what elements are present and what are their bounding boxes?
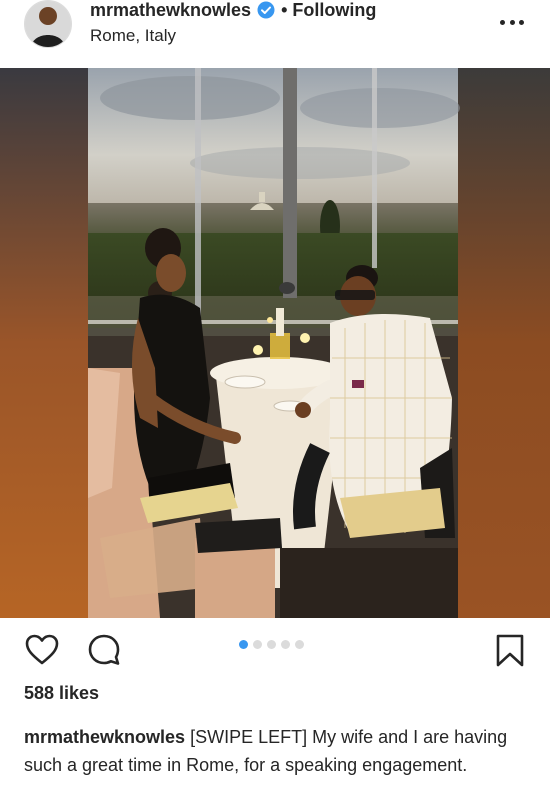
post-header: mrmathewknowles • Following Rome, Italy <box>0 0 550 68</box>
verified-badge-icon <box>257 1 275 19</box>
separator-dot: • <box>281 0 288 20</box>
post-caption: mrmathewknowles [SWIPE LEFT] My wife and… <box>24 723 534 779</box>
username-link[interactable]: mrmathewknowles <box>90 0 251 21</box>
username-row: mrmathewknowles • Following <box>90 0 376 23</box>
post-actions <box>0 620 550 680</box>
comment-bubble-icon[interactable] <box>86 632 122 668</box>
more-options-icon[interactable] <box>500 12 524 32</box>
bookmark-icon[interactable] <box>492 632 528 668</box>
caption-username[interactable]: mrmathewknowles <box>24 727 185 747</box>
carousel-dot <box>253 640 262 649</box>
carousel-dot-active <box>239 640 248 649</box>
post-photo[interactable] <box>0 68 550 618</box>
carousel-indicator <box>239 640 304 649</box>
post-photo-scene <box>0 68 550 618</box>
carousel-dot <box>281 640 290 649</box>
carousel-dot <box>267 640 276 649</box>
following-button[interactable]: Following <box>292 0 376 21</box>
avatar-photo <box>25 1 71 47</box>
avatar[interactable] <box>24 0 72 48</box>
location-link[interactable]: Rome, Italy <box>90 26 176 46</box>
like-count[interactable]: 588 likes <box>24 683 99 704</box>
heart-icon[interactable] <box>24 632 60 668</box>
carousel-dot <box>295 640 304 649</box>
